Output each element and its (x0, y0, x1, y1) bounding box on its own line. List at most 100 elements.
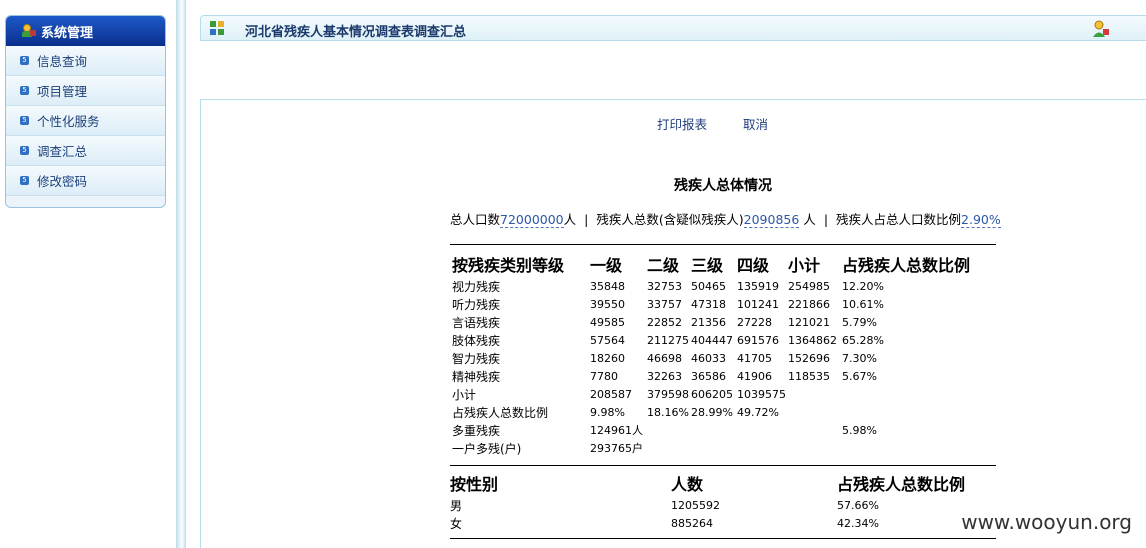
separator: | (584, 212, 589, 227)
disabled-label: 残疾人总数(含疑似残疾人) (596, 212, 744, 227)
bullet-icon: 5 (20, 56, 29, 65)
column-header: 按性别 (450, 475, 499, 494)
sidebar: 系统管理 5 信息查询 5 项目管理 5 个性化服务 5 调查汇总 5 修改密码 (5, 15, 166, 208)
table-cell: 视力残疾 (452, 279, 501, 294)
table-cell: 379598 (647, 387, 689, 401)
total-pop-label: 总人口数 (450, 212, 501, 227)
table-cell: 35848 (590, 279, 625, 293)
table-cell: 404447 (691, 333, 733, 347)
by-type-table-body: 视力残疾 35848 32753 50465 135919 254985 12.20% 听力残… (452, 277, 996, 457)
column-header: 四级 (737, 256, 770, 275)
column-header: 占残疾人总数比例 (842, 256, 971, 275)
table-cell: 小计 (452, 387, 477, 402)
table-cell: 606205 (691, 387, 733, 401)
table-cell: 肢体残疾 (452, 333, 501, 348)
by-gender-table: 按性别 人数 占残疾人总数比例 男 1205592 57.66% 女 885264 42.… (450, 468, 996, 532)
table-cell: 听力残疾 (452, 297, 501, 312)
table-cell: 33757 (647, 297, 682, 311)
sidebar-item-personalized-service[interactable]: 5 个性化服务 (6, 106, 165, 136)
watermark: www.wooyun.org (955, 508, 1138, 536)
table-cell: 智力残疾 (452, 351, 501, 366)
total-pop-value: 72000000 (500, 212, 564, 228)
table-cell: 46033 (691, 351, 726, 365)
user-logout-icon[interactable] (1092, 20, 1110, 38)
table-cell: 36586 (691, 369, 726, 383)
table-cell (842, 403, 996, 421)
table-cell: 10.61% (842, 297, 884, 311)
table-cell: 一户多残(户) (452, 441, 522, 456)
table-cell: 41705 (737, 351, 772, 365)
table-row: 多重残疾 124961人 5.98% (452, 421, 996, 439)
column-header: 小计 (788, 256, 821, 275)
table-cell: 152696 (788, 351, 830, 365)
report-title: 残疾人总体情况 (674, 178, 772, 194)
report-actions: 打印报表 取消 (657, 114, 800, 133)
table-cell: 118535 (788, 369, 830, 383)
table-cell: 124961人 (590, 424, 643, 437)
print-report-link[interactable]: 打印报表 (657, 117, 707, 132)
grid-icon (210, 21, 224, 35)
table-cell (737, 421, 788, 439)
table-row: 小计 208587 379598 606205 1039575 (452, 385, 996, 403)
page-title: 河北省残疾人基本情况调查表调查汇总 (245, 25, 467, 40)
table-row: 一户多残(户) 293765户 (452, 439, 996, 457)
sidebar-item-survey-summary[interactable]: 5 调查汇总 (6, 136, 165, 166)
table-cell: 41906 (737, 369, 772, 383)
table-row: 言语残疾 49585 22852 21356 27228 121021 5.79% (452, 313, 996, 331)
report: 残疾人总体情况 总人口数72000000人 | 残疾人总数(含疑似残疾人)20908… (450, 175, 1001, 539)
table-row: 女 885264 42.34% (450, 514, 996, 532)
table-header-row: 按性别 人数 占残疾人总数比例 (450, 468, 996, 496)
table-cell: 27228 (737, 315, 772, 329)
table-row: 肢体残疾 57564 211275 404447 691576 1364862 65.28% (452, 331, 996, 349)
frame-divider[interactable] (176, 0, 186, 548)
cancel-link[interactable]: 取消 (743, 117, 768, 132)
sidebar-item-project-management[interactable]: 5 项目管理 (6, 76, 165, 106)
ratio-label: 残疾人占总人口数比例 (836, 212, 962, 227)
bullet-icon: 5 (20, 146, 29, 155)
table-cell: 1039575 (737, 387, 786, 401)
table-cell (647, 439, 691, 457)
table-cell: 121021 (788, 315, 830, 329)
summary-line: 总人口数72000000人 | 残疾人总数(含疑似残疾人)2090856 人 | 残疾人… (450, 209, 1001, 228)
table-cell (737, 439, 788, 457)
table-cell: 多重残疾 (452, 423, 501, 438)
table-row: 智力残疾 18260 46698 46033 41705 152696 7.30% (452, 349, 996, 367)
table-cell (691, 421, 737, 439)
table-cell: 5.79% (842, 315, 877, 329)
table-row: 占残疾人总数比例 9.98% 18.16% 28.99% 49.72% (452, 403, 996, 421)
table-cell: 5.67% (842, 369, 877, 383)
sidebar-item-label: 调查汇总 (37, 144, 88, 159)
table-cell: 女 (450, 516, 463, 531)
table-cell: 12.20% (842, 279, 884, 293)
table-cell: 32263 (647, 369, 682, 383)
table-cell (647, 421, 691, 439)
column-header: 三级 (691, 256, 724, 275)
table-row: 男 1205592 57.66% (450, 496, 996, 514)
column-header: 按残疾类别等级 (452, 256, 565, 275)
table-cell: 言语残疾 (452, 315, 501, 330)
table-cell: 精神残疾 (452, 369, 501, 384)
table-cell: 21356 (691, 315, 726, 329)
table-cell (788, 403, 842, 421)
table-cell: 46698 (647, 351, 682, 365)
table-row: 听力残疾 39550 33757 47318 101241 221866 10.61% (452, 295, 996, 313)
table-cell (842, 439, 996, 457)
table-cell: 32753 (647, 279, 682, 293)
disabled-value: 2090856 (743, 212, 800, 228)
sidebar-item-info-query[interactable]: 5 信息查询 (6, 46, 165, 76)
sidebar-item-change-password[interactable]: 5 修改密码 (6, 166, 165, 196)
table-cell: 49585 (590, 315, 625, 329)
column-header: 二级 (647, 256, 680, 275)
table-cell: 221866 (788, 297, 830, 311)
title-bar: 河北省残疾人基本情况调查表调查汇总 (200, 15, 1146, 41)
user-group-icon (22, 24, 36, 38)
ratio-value: 2.90% (961, 212, 1001, 228)
table-cell: 57564 (590, 333, 625, 347)
bullet-icon: 5 (20, 116, 29, 125)
table-cell: 293765户 (590, 442, 643, 455)
table-cell: 39550 (590, 297, 625, 311)
table-cell: 65.28% (842, 333, 884, 347)
table-cell: 5.98% (842, 423, 877, 437)
sidebar-item-label: 修改密码 (37, 174, 88, 189)
sidebar-header: 系统管理 (6, 16, 165, 46)
